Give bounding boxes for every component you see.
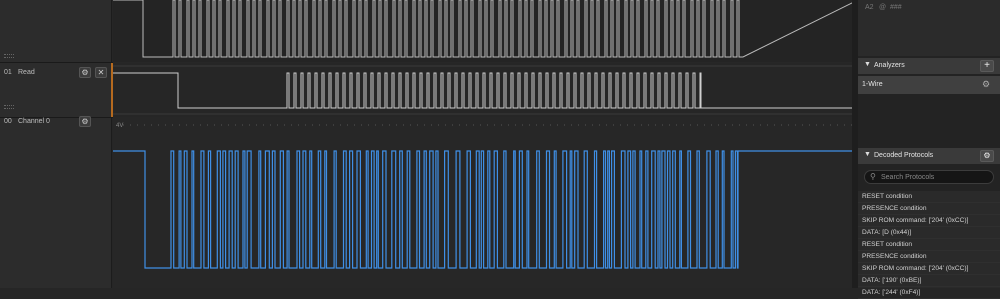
channel0-scale-label: 4V — [116, 123, 123, 129]
decoded-protocols-header[interactable]: ▼ Decoded Protocols ⚙ — [858, 148, 1000, 164]
decoded-row[interactable]: DATA: ['244' (0xF4)] — [858, 287, 1000, 299]
analog-trace-channel-0 — [113, 150, 858, 269]
add-analyzer-button[interactable]: + — [980, 60, 994, 72]
decoded-row[interactable]: RESET condition — [858, 239, 1000, 251]
ref-label: A2 — [865, 4, 874, 11]
channel-row-read[interactable]: 01 Read ⚙ ✕ — [0, 63, 112, 117]
at-label: @ — [879, 4, 887, 11]
settings-gear-icon[interactable]: ⚙ — [79, 67, 91, 78]
close-icon[interactable]: ✕ — [95, 67, 107, 78]
channel-row-channel-0[interactable]: 00 Channel 0 ⚙ — [0, 116, 112, 288]
decoded-row[interactable]: RESET condition — [858, 191, 1000, 203]
collapse-triangle-icon[interactable]: ▼ — [864, 61, 871, 68]
channel-name: Channel 0 — [18, 118, 50, 125]
decoded-row[interactable]: SKIP ROM command: ['204' (0xCC)] — [858, 215, 1000, 227]
channel-index: 00 — [4, 118, 12, 125]
analyzer-name: 1-Wire — [862, 81, 883, 88]
sidebar: A2 @ ### ▼ Analyzers + 1-Wire ⚙ ▼ Decode… — [858, 0, 1000, 299]
measurement-value: ### — [890, 4, 902, 11]
decoded-row[interactable]: DATA: [D (0x44)] — [858, 227, 1000, 239]
decoded-row[interactable]: SKIP ROM command: ['204' (0xCC)] — [858, 263, 1000, 275]
search-placeholder: Search Protocols — [881, 174, 935, 181]
drag-grip-top[interactable] — [4, 54, 14, 58]
settings-gear-icon[interactable]: ⚙ — [79, 116, 91, 127]
analyzer-gear-icon[interactable]: ⚙ — [982, 79, 990, 90]
analyzers-header[interactable]: ▼ Analyzers + — [858, 58, 1000, 74]
collapse-triangle-icon[interactable]: ▼ — [864, 151, 871, 158]
waveform-area[interactable]: 4V — [113, 0, 858, 288]
channel-index: 01 — [4, 69, 12, 76]
drag-grip[interactable] — [4, 105, 14, 109]
measurements-panel: A2 @ ### — [858, 0, 1000, 56]
search-protocols-field[interactable]: ⚲ Search Protocols — [864, 170, 994, 184]
analyzer-item-1-wire[interactable]: 1-Wire ⚙ — [858, 76, 1000, 94]
decoded-settings-button[interactable]: ⚙ — [980, 150, 994, 162]
decoded-protocols-title: Decoded Protocols — [874, 152, 934, 159]
waveform-svg: 4V — [113, 0, 858, 269]
channel-name: Read — [18, 69, 35, 76]
decoded-list[interactable]: RESET condition PRESENCE condition SKIP … — [858, 191, 1000, 299]
analyzers-title: Analyzers — [874, 62, 905, 69]
search-icon: ⚲ — [870, 172, 876, 181]
decoded-row[interactable]: DATA: ['190' (0xBE)] — [858, 275, 1000, 287]
decoded-row[interactable]: PRESENCE condition — [858, 203, 1000, 215]
decoded-row[interactable]: PRESENCE condition — [858, 251, 1000, 263]
